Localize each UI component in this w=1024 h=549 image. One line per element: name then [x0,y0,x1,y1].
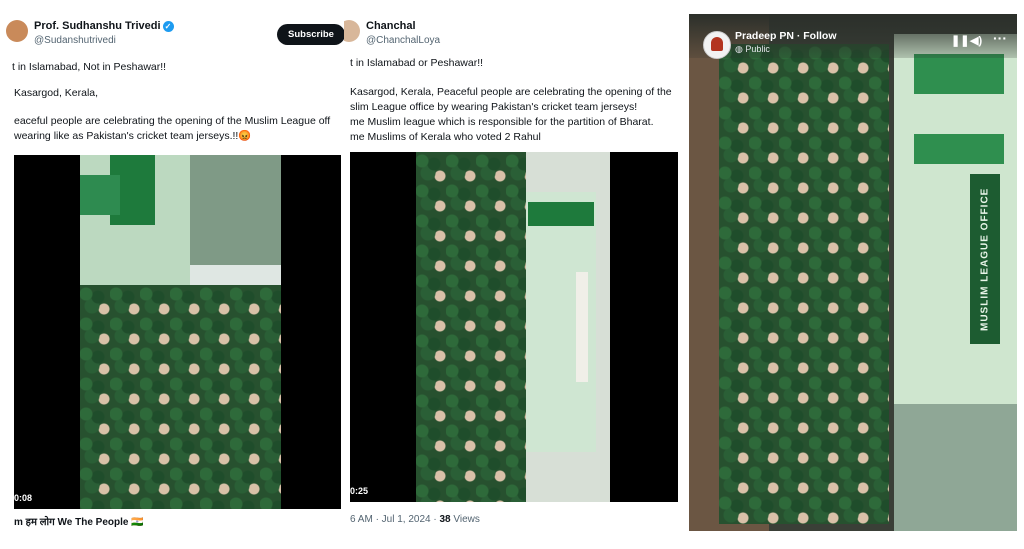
page-avatar[interactable] [703,31,731,59]
tweet-panel-1: Prof. Sudhanshu Trivedi ✓ @Sudanshutrived… [0,0,344,549]
tweet-text-line: t in Islamabad, Not in Peshawar!! [12,61,167,73]
views-count: 38 [439,514,451,525]
verified-icon: ✓ [162,20,174,32]
tweet-text-line: eaceful people are celebrating the openi… [14,115,331,127]
globe-icon: ◍ [735,44,743,54]
video-frame: MUSLIM LEAGUE OFFICE [689,14,1017,531]
privacy-text: Public [745,44,770,54]
facebook-video-panel[interactable]: MUSLIM LEAGUE OFFICE Pradeep PN · Follow… [689,14,1017,531]
volume-icon[interactable]: ◀) [970,34,982,47]
tweet-panel-2: Chanchal @ChanchalLoya t in Islamabad or… [344,0,684,549]
tweet-footer[interactable]: 6 AM · Jul 1, 2024 · 38 Views [350,514,480,525]
author-handle[interactable]: @ChanchalLoya [366,35,440,46]
author-handle[interactable]: @Sudanshutrivedi [34,35,116,46]
page-title[interactable]: Pradeep PN · Follow [735,30,837,42]
video-timestamp: 0:25 [350,486,369,496]
office-sign-text: MUSLIM LEAGUE OFFICE [979,187,991,331]
subscribe-button[interactable]: Subscribe [277,24,344,45]
views-label: Views [453,514,480,525]
author-name[interactable]: Chanchal [366,20,416,32]
video-frame [416,152,610,502]
tweet-text-line: Kasargod, Kerala, [14,87,99,99]
tweet-text-line: t in Islamabad or Peshawar!! [350,57,484,69]
post-time: 6 AM · Jul 1, 2024 · [350,514,440,525]
tweet-text-line: me Muslim league which is responsible fo… [350,116,654,128]
tweet-text-line: slim League office by wearing Pakistan's… [350,101,638,113]
more-icon[interactable]: ··· [993,30,1007,46]
author-name-text: Prof. Sudhanshu Trivedi [34,20,161,32]
video-player[interactable]: 0:08 [14,155,341,509]
privacy-label: ◍ Public [735,44,770,55]
tweet-text-line: wearing like as Pakistan's cricket team … [14,130,252,142]
tweet-text-line: me Muslims of Kerala who voted 2 Rahul [350,131,541,143]
video-timestamp: 0:08 [14,493,33,503]
tweet-footer[interactable]: m हम लोग We The People 🇮🇳 [14,514,144,528]
tweet-text-line: Kasargod, Kerala, Peaceful people are ce… [350,86,672,98]
pause-icon[interactable]: ❚❚ [951,34,969,47]
video-frame [80,155,281,509]
author-avatar[interactable] [6,20,28,42]
author-name[interactable]: Prof. Sudhanshu Trivedi ✓ [34,20,174,32]
video-player[interactable]: 0:25 [350,152,678,502]
author-avatar[interactable] [344,20,360,42]
office-sign: MUSLIM LEAGUE OFFICE [970,174,1000,344]
